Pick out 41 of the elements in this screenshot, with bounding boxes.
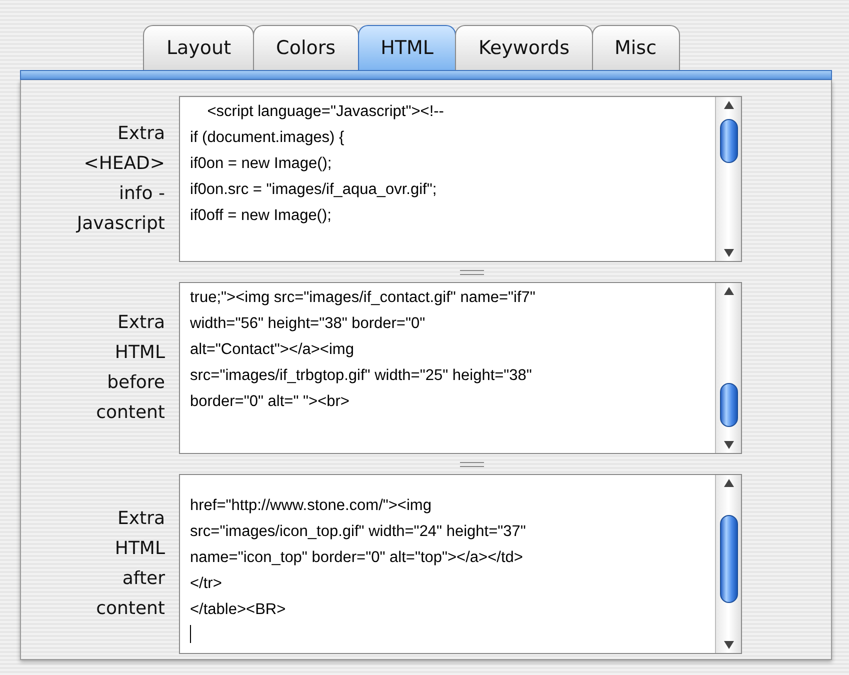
code-line: if (document.images) {: [190, 128, 344, 148]
up-arrow-icon[interactable]: [724, 479, 734, 487]
code-line: href="http://www.stone.com/"><img: [190, 496, 432, 516]
up-arrow-icon[interactable]: [724, 101, 734, 109]
field-label: Extra HTML before content: [95, 311, 166, 425]
splitter-handle-icon[interactable]: [460, 270, 484, 274]
up-arrow-icon[interactable]: [724, 287, 734, 295]
down-arrow-icon[interactable]: [724, 441, 734, 449]
code-line: width="56" height="38" border="0": [190, 314, 426, 334]
code-line: name="icon_top" border="0" alt="top"></a></td>: [190, 548, 523, 568]
code-line: if0on.src = "images/if_aqua_ovr.gif";: [190, 180, 437, 200]
scroll-thumb[interactable]: [720, 515, 738, 603]
tab[interactable]: Layout: [143, 25, 254, 70]
code-line: border="0" alt=" "><br>: [190, 392, 350, 412]
tab[interactable]: Keywords: [455, 25, 592, 70]
text-caret: [190, 625, 191, 643]
scrollbar-drawing[interactable]: [715, 283, 741, 453]
down-arrow-icon[interactable]: [724, 641, 734, 649]
tab[interactable]: HTML: [358, 25, 456, 70]
down-arrow-icon[interactable]: [724, 249, 734, 257]
field-label: Extra <HEAD> info - Javascript: [75, 122, 166, 236]
code-line: if0on = new Image();: [190, 154, 332, 174]
code-line: true;"><img src="images/if_contact.gif" name="if7": [190, 288, 536, 308]
code-line: alt="Contact"></a><img: [190, 340, 354, 360]
code-line: <script language="Javascript"><!--: [206, 102, 444, 122]
scroll-thumb[interactable]: [720, 383, 738, 427]
splitter-handle-icon[interactable]: [460, 462, 484, 466]
scroll-thumb[interactable]: [720, 119, 738, 163]
text-area[interactable]: href="http://www.stone.com/"><img src="images/icon_top.gif" width="24" height="37" name="icon_top" border="0" alt="top"></a></td> </tr> </table><BR>: [179, 474, 742, 654]
field-label: Extra HTML after content: [95, 507, 166, 621]
code-line: </table><BR>: [190, 600, 286, 620]
scrollbar-drawing[interactable]: [715, 475, 741, 653]
code-line: src="images/icon_top.gif" width="24" height="37": [190, 522, 526, 542]
text-area[interactable]: true;"><img src="images/if_contact.gif" name="if7" width="56" height="38" border="0" alt="Contact"></a><img src="images/if_trbgtop.gif" width="25" height="38" border="0" alt=" "><br>: [179, 282, 742, 454]
text-area[interactable]: <script language="Javascript"><!-- if (document.images) { if0on = new Image(); if0on.src = "images/if_aqua_ovr.gif"; if0off = new Image();: [179, 96, 742, 262]
scrollbar-drawing[interactable]: [715, 97, 741, 261]
code-line: src="images/if_trbgtop.gif" width="25" height="38": [190, 366, 532, 386]
tab[interactable]: Misc: [592, 25, 680, 70]
code-line: </tr>: [190, 574, 222, 594]
code-line: if0off = new Image();: [190, 206, 332, 226]
tab[interactable]: Colors: [253, 25, 359, 70]
